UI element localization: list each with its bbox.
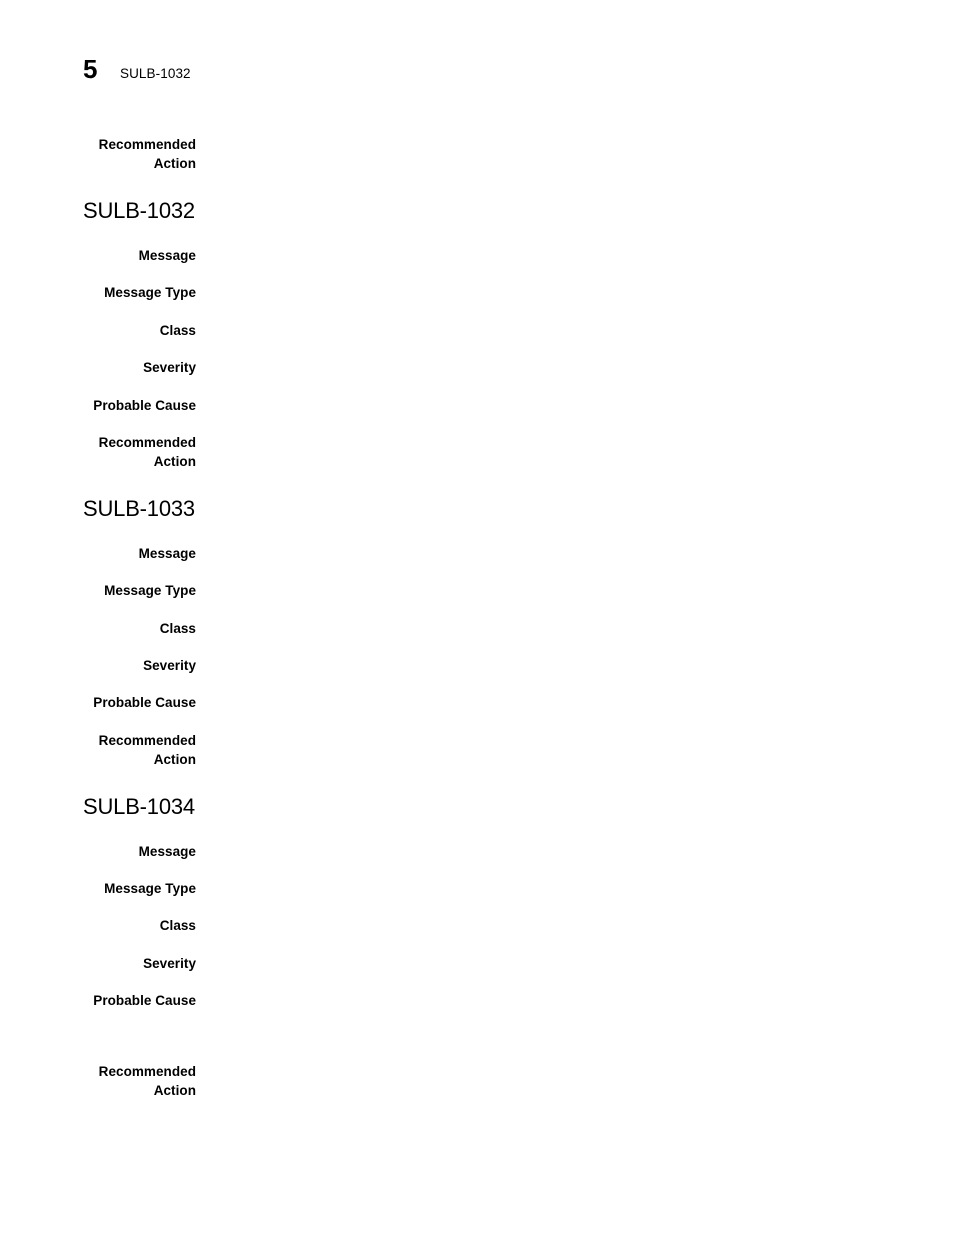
- field-label-message: Message: [0, 247, 196, 266]
- field-label-line: Probable Cause: [93, 993, 196, 1008]
- page-running-header: 5 SULB-1032: [83, 56, 191, 82]
- field-label-line: Message Type: [104, 881, 196, 896]
- field-label-message-type: Message Type: [0, 284, 196, 303]
- field-label-message: Message: [0, 843, 196, 862]
- field-label-line: Action: [153, 453, 196, 469]
- field-label-line: Probable Cause: [93, 695, 196, 710]
- field-label-line: Probable Cause: [93, 398, 196, 413]
- section-heading-sulb-1032: SULB-1032: [83, 198, 195, 223]
- field-label-line: Message Type: [104, 285, 196, 300]
- chapter-number: 5: [83, 54, 97, 84]
- field-label-line: Recommended: [98, 137, 196, 152]
- running-header-title: SULB-1032: [119, 66, 191, 81]
- field-label-line: Message: [138, 844, 196, 859]
- field-label-line: Severity: [143, 956, 196, 971]
- field-label-probable-cause: Probable Cause: [0, 397, 196, 416]
- field-label-probable-cause: Probable Cause: [0, 992, 196, 1011]
- field-label-severity: Severity: [0, 359, 196, 378]
- field-label-line: Class: [159, 918, 196, 933]
- field-label-line: Class: [159, 323, 196, 338]
- field-label-line: Action: [153, 155, 196, 171]
- section-heading-sulb-1034: SULB-1034: [83, 794, 195, 819]
- field-label-line: Message: [138, 248, 196, 263]
- field-label-recommended-action: Recommended Action: [0, 732, 196, 769]
- field-label-line: Severity: [143, 658, 196, 673]
- field-label-line: Action: [153, 751, 196, 767]
- field-label-line: Severity: [143, 360, 196, 375]
- field-label-class: Class: [0, 917, 196, 936]
- field-label-severity: Severity: [0, 955, 196, 974]
- field-label-line: Recommended: [98, 435, 196, 450]
- field-label-message: Message: [0, 545, 196, 564]
- document-page: 5 SULB-1032 Recommended Action SULB-1032 Me…: [0, 0, 954, 1235]
- field-label-line: Recommended: [98, 733, 196, 748]
- field-label-line: Message: [138, 546, 196, 561]
- field-label-message-type: Message Type: [0, 880, 196, 899]
- field-label-message-type: Message Type: [0, 582, 196, 601]
- field-label-class: Class: [0, 620, 196, 639]
- section-heading-sulb-1033: SULB-1033: [83, 496, 195, 521]
- field-label-line: Message Type: [104, 583, 196, 598]
- field-label-line: Action: [153, 1082, 196, 1098]
- field-label-line: Recommended: [98, 1064, 196, 1079]
- field-label-probable-cause: Probable Cause: [0, 694, 196, 713]
- field-label-line: Class: [159, 621, 196, 636]
- field-label-recommended-action: Recommended Action: [0, 434, 196, 471]
- field-label-severity: Severity: [0, 657, 196, 676]
- field-label-class: Class: [0, 322, 196, 341]
- field-label-recommended-action: Recommended Action: [0, 136, 196, 173]
- field-label-recommended-action: Recommended Action: [0, 1063, 196, 1100]
